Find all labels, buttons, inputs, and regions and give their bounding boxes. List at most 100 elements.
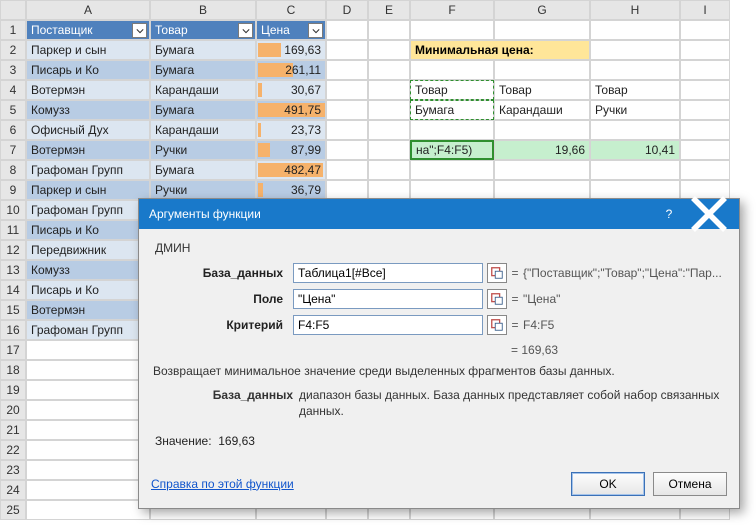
- price-cell[interactable]: 482,47: [256, 160, 326, 180]
- cell[interactable]: [326, 120, 368, 140]
- cell[interactable]: [680, 160, 730, 180]
- cancel-button[interactable]: Отмена: [653, 472, 727, 496]
- cell[interactable]: [494, 180, 590, 200]
- row-header[interactable]: 14: [0, 280, 26, 300]
- cell[interactable]: [410, 60, 494, 80]
- criteria-header[interactable]: Товар: [590, 80, 680, 100]
- ok-button[interactable]: OK: [571, 472, 645, 496]
- cell[interactable]: [326, 100, 368, 120]
- result-cell[interactable]: 10,41: [590, 140, 680, 160]
- cell[interactable]: [368, 120, 410, 140]
- row-header[interactable]: 9: [0, 180, 26, 200]
- cell[interactable]: [26, 380, 150, 400]
- arg-input-criteria[interactable]: [293, 315, 483, 335]
- cell[interactable]: [410, 160, 494, 180]
- cell[interactable]: [26, 500, 150, 520]
- cell[interactable]: [26, 400, 150, 420]
- column-header[interactable]: H: [590, 0, 680, 20]
- price-cell[interactable]: 30,67: [256, 80, 326, 100]
- cell[interactable]: [368, 180, 410, 200]
- table-header[interactable]: Поставщик: [26, 20, 150, 40]
- criteria-value[interactable]: Карандаши: [494, 100, 590, 120]
- row-header[interactable]: 13: [0, 260, 26, 280]
- column-header[interactable]: C: [256, 0, 326, 20]
- close-icon[interactable]: [689, 199, 729, 229]
- table-cell[interactable]: Комузз: [26, 100, 150, 120]
- table-cell[interactable]: Передвижник: [26, 240, 150, 260]
- table-cell[interactable]: Писарь и Ко: [26, 60, 150, 80]
- row-header[interactable]: 4: [0, 80, 26, 100]
- cell[interactable]: [368, 40, 410, 60]
- cell[interactable]: [326, 180, 368, 200]
- cell[interactable]: [26, 420, 150, 440]
- row-header[interactable]: 7: [0, 140, 26, 160]
- arg-input-field[interactable]: [293, 289, 483, 309]
- column-header[interactable]: A: [26, 0, 150, 20]
- row-header[interactable]: 15: [0, 300, 26, 320]
- table-cell[interactable]: Бумага: [150, 40, 256, 60]
- cell[interactable]: [680, 120, 730, 140]
- cell[interactable]: [26, 340, 150, 360]
- table-cell[interactable]: Вотермэн: [26, 80, 150, 100]
- cell[interactable]: [494, 20, 590, 40]
- table-cell[interactable]: Паркер и сын: [26, 40, 150, 60]
- select-all-corner[interactable]: [0, 0, 26, 20]
- table-cell[interactable]: Офисный Дух: [26, 120, 150, 140]
- table-header[interactable]: Цена: [256, 20, 326, 40]
- cell[interactable]: [590, 60, 680, 80]
- table-header[interactable]: Товар: [150, 20, 256, 40]
- cell[interactable]: [590, 120, 680, 140]
- cell[interactable]: [326, 20, 368, 40]
- cell[interactable]: [326, 40, 368, 60]
- table-cell[interactable]: Карандаши: [150, 120, 256, 140]
- criteria-value[interactable]: Ручки: [590, 100, 680, 120]
- price-cell[interactable]: 87,99: [256, 140, 326, 160]
- row-header[interactable]: 22: [0, 440, 26, 460]
- column-header[interactable]: G: [494, 0, 590, 20]
- table-cell[interactable]: Писарь и Ко: [26, 220, 150, 240]
- table-cell[interactable]: Графоман Групп: [26, 200, 150, 220]
- cell[interactable]: [26, 440, 150, 460]
- cell[interactable]: [410, 20, 494, 40]
- row-header[interactable]: 16: [0, 320, 26, 340]
- cell[interactable]: [368, 160, 410, 180]
- cell[interactable]: [368, 100, 410, 120]
- filter-dropdown-icon[interactable]: [308, 23, 323, 38]
- cell[interactable]: [680, 60, 730, 80]
- range-picker-icon[interactable]: [487, 289, 507, 309]
- row-header[interactable]: 6: [0, 120, 26, 140]
- row-header[interactable]: 8: [0, 160, 26, 180]
- cell[interactable]: [368, 60, 410, 80]
- table-cell[interactable]: Графоман Групп: [26, 160, 150, 180]
- table-cell[interactable]: Графоман Групп: [26, 320, 150, 340]
- cell[interactable]: [680, 20, 730, 40]
- cell[interactable]: [680, 140, 730, 160]
- help-link[interactable]: Справка по этой функции: [151, 477, 294, 491]
- row-header[interactable]: 3: [0, 60, 26, 80]
- cell[interactable]: [26, 360, 150, 380]
- table-cell[interactable]: Ручки: [150, 180, 256, 200]
- column-header[interactable]: D: [326, 0, 368, 20]
- cell[interactable]: [368, 80, 410, 100]
- cell[interactable]: [368, 140, 410, 160]
- row-header[interactable]: 24: [0, 480, 26, 500]
- dialog-titlebar[interactable]: Аргументы функции ?: [139, 199, 739, 229]
- cell[interactable]: [590, 40, 680, 60]
- criteria-header[interactable]: Товар: [410, 80, 494, 100]
- cell[interactable]: [26, 480, 150, 500]
- cell[interactable]: [680, 80, 730, 100]
- table-cell[interactable]: Бумага: [150, 160, 256, 180]
- arg-input-database[interactable]: [293, 263, 483, 283]
- price-cell[interactable]: 23,73: [256, 120, 326, 140]
- active-formula-cell[interactable]: на";F4:F5): [410, 140, 494, 160]
- cell[interactable]: [494, 160, 590, 180]
- criteria-value[interactable]: Бумага: [410, 100, 494, 120]
- cell[interactable]: [680, 100, 730, 120]
- row-header[interactable]: 21: [0, 420, 26, 440]
- row-header[interactable]: 5: [0, 100, 26, 120]
- cell[interactable]: [680, 40, 730, 60]
- row-header[interactable]: 17: [0, 340, 26, 360]
- row-header[interactable]: 18: [0, 360, 26, 380]
- cell[interactable]: [410, 180, 494, 200]
- row-header[interactable]: 25: [0, 500, 26, 520]
